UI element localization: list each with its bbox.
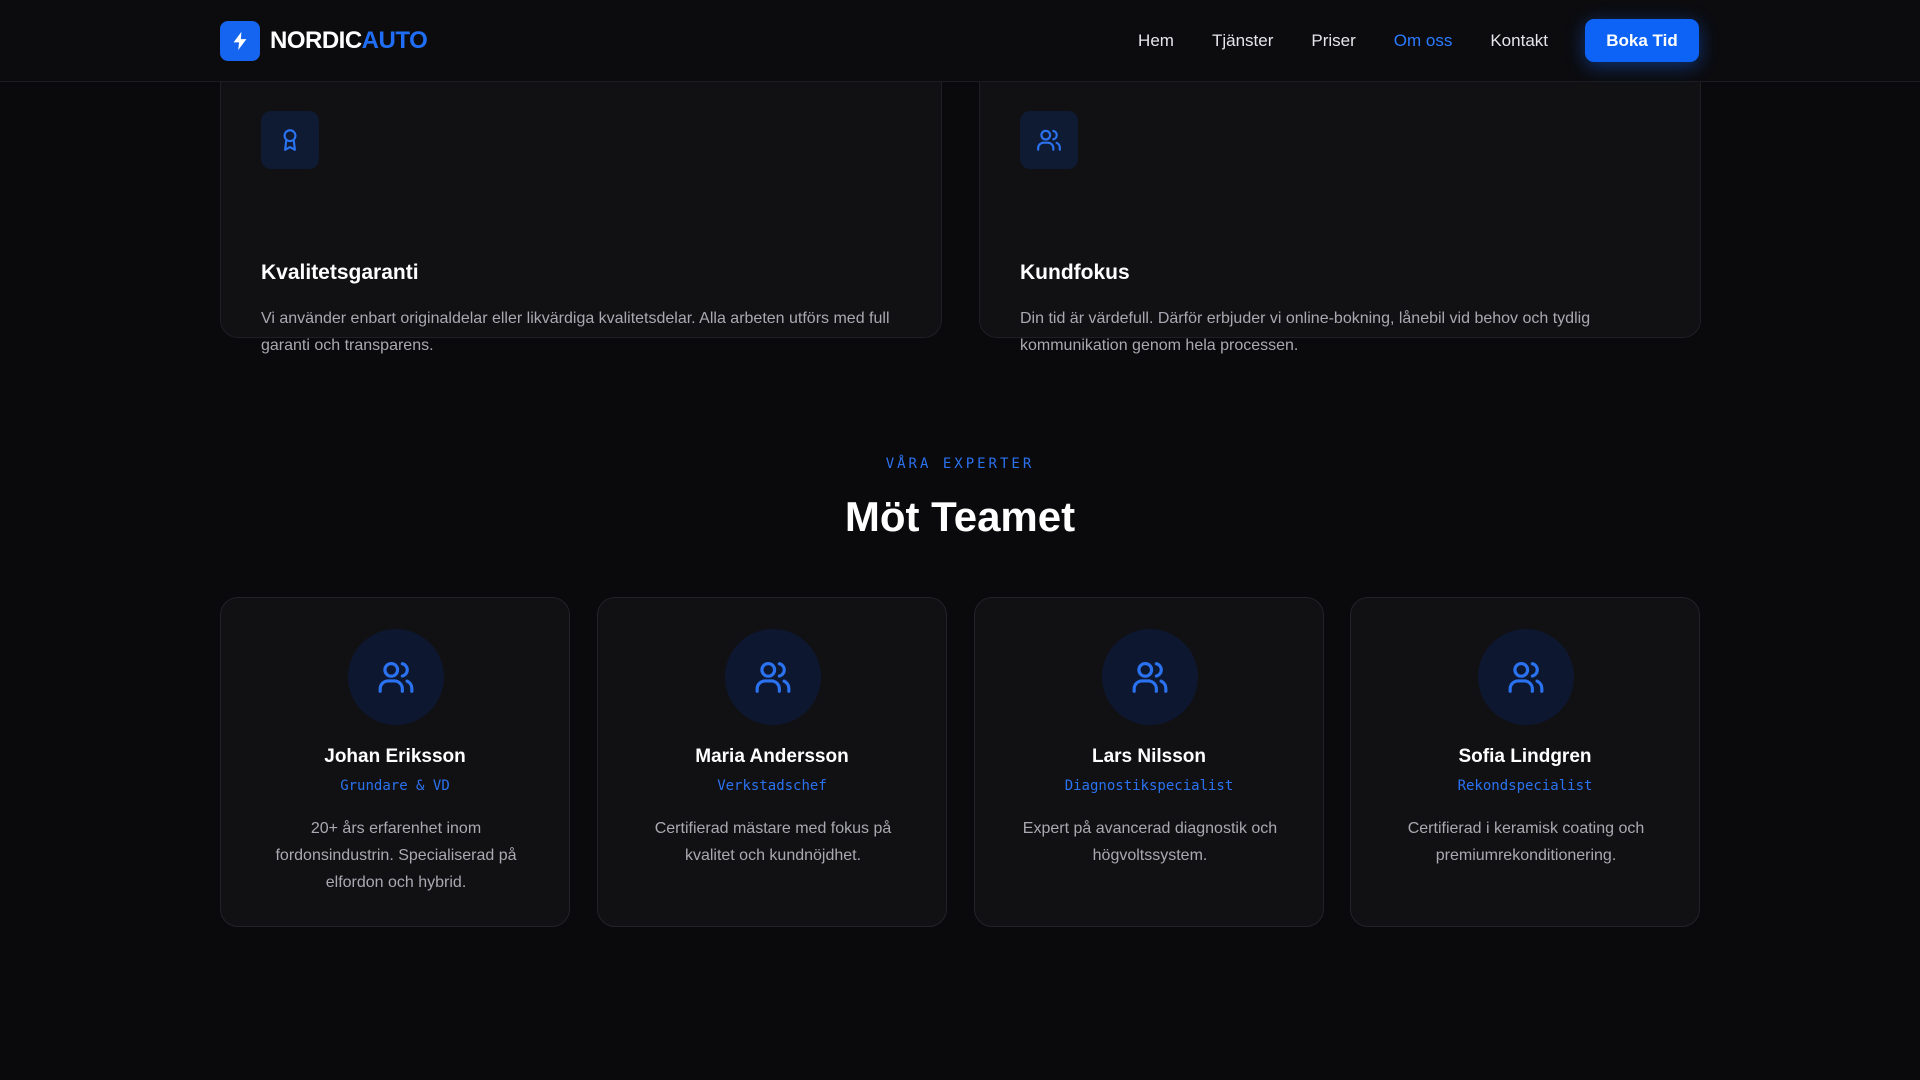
value-card-quality: Kvalitetsgaranti Vi använder enbart orig… — [220, 60, 942, 354]
team-member-name: Johan Eriksson — [324, 746, 466, 767]
team-member-role: Verkstadschef — [717, 778, 827, 794]
team-card: Maria Andersson Verkstadschef Certifiera… — [597, 597, 947, 927]
nav-links: Hem Tjänster Priser Om oss Kontakt — [1138, 0, 1548, 82]
value-card-title: Kundfokus — [1020, 261, 1130, 284]
team-member-name: Maria Andersson — [695, 746, 849, 767]
navbar: NORDICAUTO Hem Tjänster Priser Om oss Ko… — [0, 0, 1920, 82]
team-member-role: Rekondspecialist — [1457, 778, 1593, 794]
team-member-role: Diagnostikspecialist — [1064, 778, 1234, 794]
team-member-name: Lars Nilsson — [1091, 746, 1207, 767]
value-card-text: Vi använder enbart originaldelar eller l… — [261, 310, 890, 354]
nav-link-tjanster[interactable]: Tjänster — [1212, 31, 1273, 51]
value-card-text: Din tid är värdefull. Därför erbjuder vi… — [1020, 310, 1591, 354]
team-member-bio: Certifierad i keramisk coating och premi… — [1407, 820, 1645, 864]
users-icon — [1020, 111, 1078, 169]
team-card: Johan Eriksson Grundare & VD 20+ års erf… — [220, 597, 570, 927]
nav-link-hem[interactable]: Hem — [1138, 31, 1174, 51]
users-icon — [348, 629, 444, 725]
section-eyebrow: VÅRA EXPERTER — [885, 456, 1035, 472]
team-member-bio: Expert på avancerad diagnostik och högvo… — [1022, 820, 1278, 864]
team-card: Sofia Lindgren Rekondspecialist Certifie… — [1350, 597, 1700, 927]
users-icon — [1478, 629, 1574, 725]
lightning-icon — [220, 21, 260, 61]
book-appointment-button[interactable]: Boka Tid — [1585, 19, 1699, 62]
award-icon — [261, 111, 319, 169]
value-card-customer-focus: Kundfokus Din tid är värdefull. Därför e… — [979, 60, 1701, 354]
team-member-bio: Certifierad mästare med fokus på kvalite… — [654, 820, 892, 864]
nav-link-kontakt[interactable]: Kontakt — [1490, 31, 1548, 51]
team-member-bio: 20+ års erfarenhet inom fordonsindustrin… — [275, 820, 517, 891]
nav-link-priser[interactable]: Priser — [1311, 31, 1355, 51]
nav-link-om-oss[interactable]: Om oss — [1394, 31, 1453, 51]
team-member-role: Grundare & VD — [340, 778, 450, 794]
logo-text-accent: AUTO — [361, 27, 428, 54]
section-title: Möt Teamet — [844, 493, 1076, 540]
team-card: Lars Nilsson Diagnostikspecialist Expert… — [974, 597, 1324, 927]
team-member-name: Sofia Lindgren — [1458, 746, 1592, 767]
users-icon — [725, 629, 821, 725]
logo-text: NORDICAUTO — [270, 27, 428, 55]
users-icon — [1102, 629, 1198, 725]
value-card-title: Kvalitetsgaranti — [261, 261, 419, 284]
logo[interactable]: NORDICAUTO — [220, 21, 428, 61]
logo-text-primary: NORDIC — [270, 27, 362, 54]
